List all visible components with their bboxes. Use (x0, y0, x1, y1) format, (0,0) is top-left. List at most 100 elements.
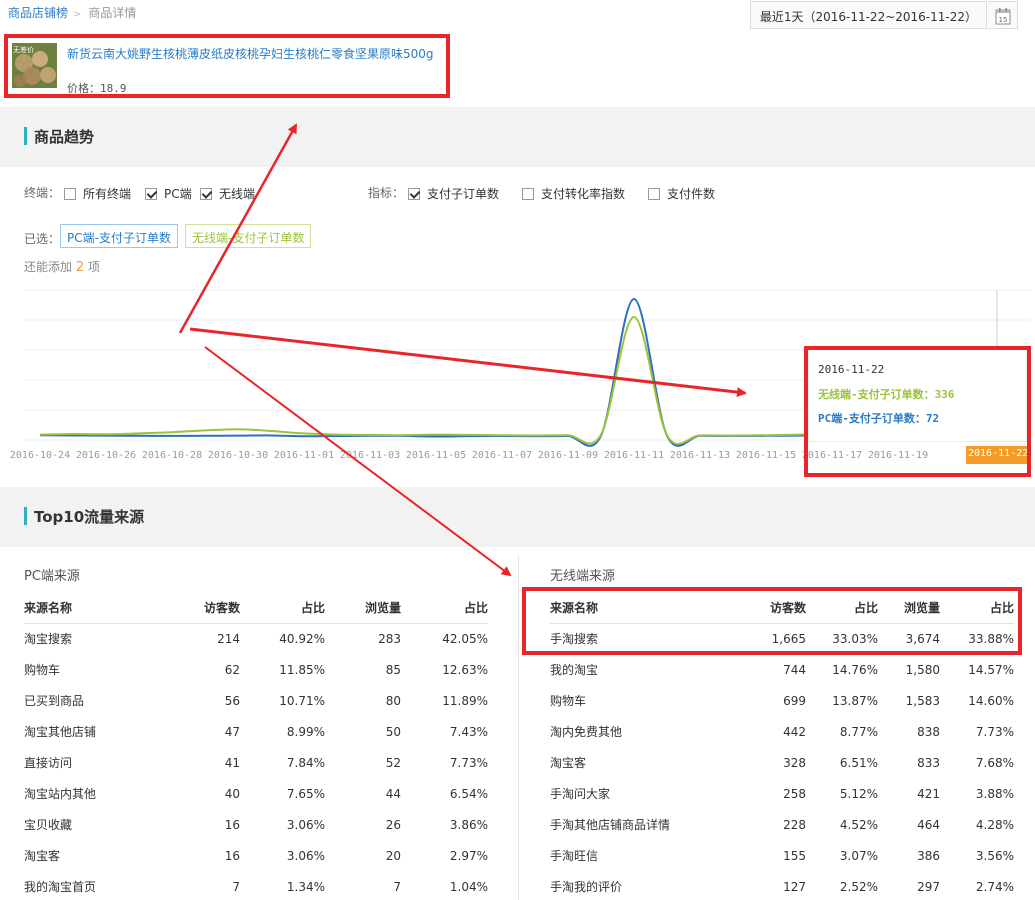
calendar-icon: 15 (995, 8, 1011, 25)
source-name-cell[interactable]: 手淘问大家 (550, 778, 710, 809)
product-title-link[interactable]: 新货云南大姚野生核桃薄皮纸皮核桃孕妇生核桃仁零食坚果原味500g (67, 45, 434, 62)
value-cell: 16 (224, 817, 240, 832)
value-cell: 155 (783, 848, 806, 863)
value-cell: 8.99% (286, 724, 325, 739)
table-row[interactable]: 已买到商品 56 10.71% 80 11.89% (24, 685, 488, 716)
metric-option-conversion[interactable]: 支付转化率指数 (522, 185, 625, 202)
table-row[interactable]: 宝贝收藏 16 3.06% 26 3.86% (24, 809, 488, 840)
value-cell: 40.92% (279, 631, 325, 646)
source-name-cell[interactable]: 淘宝客 (24, 840, 164, 871)
source-name-cell[interactable]: 淘内免费其他 (550, 716, 710, 747)
table-row[interactable]: 淘内免费其他 442 8.77% 838 7.73% (550, 716, 1014, 747)
value-cell: 3.88% (975, 786, 1014, 801)
terminal-option-mobile[interactable]: 无线端 (200, 185, 255, 202)
source-name-cell[interactable]: 购物车 (550, 685, 710, 716)
table-row[interactable]: 手淘我的评价 127 2.52% 297 2.74% (550, 871, 1014, 900)
col-pageviews[interactable]: 浏览量 (325, 592, 401, 624)
source-name-cell[interactable]: 手淘旺信 (550, 840, 710, 871)
table-row[interactable]: 我的淘宝 744 14.76% 1,580 14.57% (550, 654, 1014, 685)
source-name-cell[interactable]: 淘宝客 (550, 747, 710, 778)
source-name-cell[interactable]: 宝贝收藏 (24, 809, 164, 840)
checkbox-checked-icon[interactable] (408, 188, 420, 200)
trend-section-header: 商品趋势 (0, 107, 1035, 167)
table-row[interactable]: 淘宝站内其他 40 7.65% 44 6.54% (24, 778, 488, 809)
top10-section-title: Top10流量来源 (34, 508, 145, 526)
metric-label: 指标： (368, 186, 405, 200)
col-source-name[interactable]: 来源名称 (24, 592, 164, 624)
selected-chip-pc[interactable]: PC端-支付子订单数 (60, 224, 178, 248)
source-name-cell[interactable]: 手淘我的评价 (550, 871, 710, 900)
table-header-row: 来源名称 访客数 占比 浏览量 占比 (550, 592, 1014, 624)
col-visitors[interactable]: 访客数 (164, 592, 240, 624)
value-cell: 3.56% (975, 848, 1014, 863)
source-name-cell[interactable]: 手淘其他店铺商品详情 (550, 809, 710, 840)
value-cell: 838 (917, 724, 940, 739)
table-row[interactable]: 购物车 699 13.87% 1,583 14.60% (550, 685, 1014, 716)
product-card: 无差价 新货云南大姚野生核桃薄皮纸皮核桃孕妇生核桃仁零食坚果原味500g 价格：… (0, 34, 450, 98)
source-name-cell[interactable]: 已买到商品 (24, 685, 164, 716)
checkbox-checked-icon[interactable] (145, 188, 157, 200)
product-thumbnail[interactable]: 无差价 (12, 43, 57, 88)
value-cell: 214 (217, 631, 240, 646)
checkbox-icon[interactable] (522, 188, 534, 200)
checkbox-checked-icon[interactable] (200, 188, 212, 200)
terminal-option-all[interactable]: 所有终端 (64, 185, 131, 202)
source-name-cell[interactable]: 购物车 (24, 654, 164, 685)
table-row[interactable]: 手淘其他店铺商品详情 228 4.52% 464 4.28% (550, 809, 1014, 840)
value-cell: 62 (224, 662, 240, 677)
source-name-cell[interactable]: 手淘搜索 (550, 623, 710, 654)
value-cell: 33.88% (968, 631, 1014, 646)
table-row[interactable]: 我的淘宝首页 7 1.34% 7 1.04% (24, 871, 488, 900)
table-row[interactable]: 直接访问 41 7.84% 52 7.73% (24, 747, 488, 778)
metric-filter: 指标： (368, 184, 404, 201)
value-cell: 2.52% (839, 879, 878, 894)
breadcrumb-parent-link[interactable]: 商品店铺榜 (8, 6, 68, 20)
value-cell: 26 (385, 817, 401, 832)
col-source-name[interactable]: 来源名称 (550, 592, 710, 624)
col-visitor-share[interactable]: 占比 (240, 592, 325, 624)
x-tick-label: 2016-11-11 (604, 450, 664, 461)
table-row[interactable]: 购物车 62 11.85% 85 12.63% (24, 654, 488, 685)
source-name-cell[interactable]: 淘宝站内其他 (24, 778, 164, 809)
date-range-selector[interactable]: 最近1天（2016-11-22~2016-11-22） (749, 1, 987, 29)
tooltip-mobile-value: 无线端-支付子订单数：336 (818, 388, 955, 401)
checkbox-icon[interactable] (64, 188, 76, 200)
value-cell: 464 (917, 817, 940, 832)
col-visitors[interactable]: 访客数 (710, 592, 806, 624)
value-cell: 7.84% (286, 755, 325, 770)
metric-option-pay-items[interactable]: 支付件数 (648, 185, 715, 202)
table-row[interactable]: 淘宝客 16 3.06% 20 2.97% (24, 840, 488, 871)
checkbox-icon[interactable] (648, 188, 660, 200)
top10-section-header: Top10流量来源 (0, 487, 1035, 547)
source-name-cell[interactable]: 直接访问 (24, 747, 164, 778)
table-row[interactable]: 淘宝其他店铺 47 8.99% 50 7.43% (24, 716, 488, 747)
table-row[interactable]: 手淘旺信 155 3.07% 386 3.56% (550, 840, 1014, 871)
calendar-button[interactable]: 15 (988, 1, 1018, 29)
x-tick-label: 2016-11-13 (670, 450, 730, 461)
table-row[interactable]: 淘宝搜索 214 40.92% 283 42.05% (24, 623, 488, 654)
metric-option-pay-orders[interactable]: 支付子订单数 (408, 185, 499, 202)
value-cell: 52 (385, 755, 401, 770)
value-cell: 699 (783, 693, 806, 708)
source-name-cell[interactable]: 淘宝搜索 (24, 623, 164, 654)
source-name-cell[interactable]: 淘宝其他店铺 (24, 716, 164, 747)
chevron-right-icon: > (73, 9, 82, 20)
col-pageview-share[interactable]: 占比 (401, 592, 488, 624)
table-row[interactable]: 淘宝客 328 6.51% 833 7.68% (550, 747, 1014, 778)
terminal-option-pc[interactable]: PC端 (145, 185, 192, 202)
value-cell: 13.87% (832, 693, 878, 708)
col-pageview-share[interactable]: 占比 (940, 592, 1014, 624)
value-cell: 3.86% (449, 817, 488, 832)
value-cell: 3,674 (905, 631, 940, 646)
selected-chip-mobile[interactable]: 无线端-支付子订单数 (185, 224, 312, 248)
source-name-cell[interactable]: 我的淘宝首页 (24, 871, 164, 900)
terminal-label: 终端： (24, 186, 61, 200)
value-cell: 10.71% (279, 693, 325, 708)
x-tick-label: 2016-11-19 (868, 450, 928, 461)
col-pageviews[interactable]: 浏览量 (878, 592, 940, 624)
col-visitor-share[interactable]: 占比 (806, 592, 878, 624)
value-cell: 14.76% (832, 662, 878, 677)
table-row[interactable]: 手淘问大家 258 5.12% 421 3.88% (550, 778, 1014, 809)
table-row[interactable]: 手淘搜索 1,665 33.03% 3,674 33.88% (550, 623, 1014, 654)
source-name-cell[interactable]: 我的淘宝 (550, 654, 710, 685)
